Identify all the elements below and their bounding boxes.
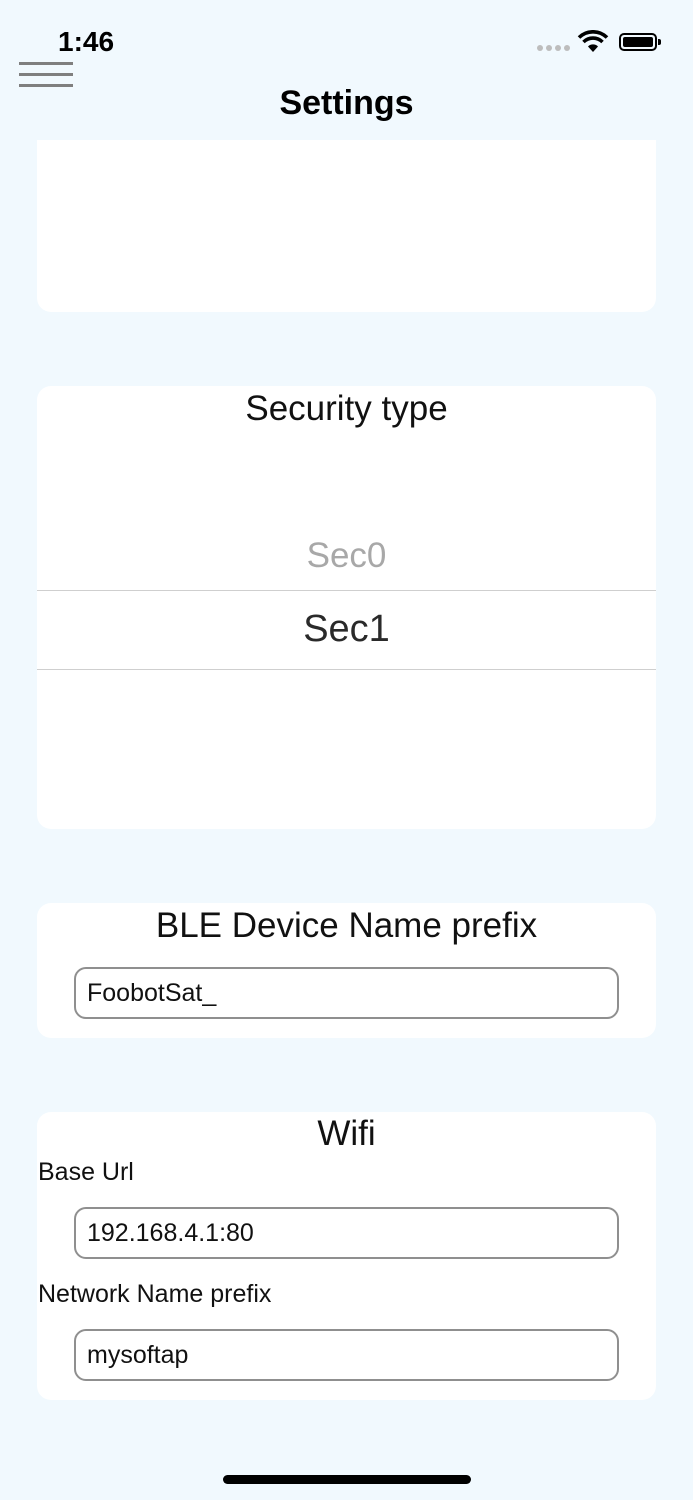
network-name-label: Network Name prefix: [38, 1280, 272, 1308]
picker-option-sec0[interactable]: Sec0: [0, 536, 693, 576]
ble-prefix-input[interactable]: [74, 967, 619, 1019]
status-indicators: [537, 30, 667, 56]
picker-divider-bottom: [37, 669, 656, 670]
base-url-input[interactable]: [74, 1207, 619, 1259]
settings-card-top: [37, 140, 656, 312]
status-time: 1:46: [58, 26, 115, 57]
security-type-title: Security type: [245, 389, 448, 428]
picker-divider-top: [37, 590, 656, 591]
ble-title: BLE Device Name prefix: [155, 906, 538, 945]
signal-dots-icon: [537, 45, 571, 51]
page-title: Settings: [279, 84, 414, 122]
battery-icon: [619, 33, 661, 51]
network-name-input[interactable]: [74, 1329, 619, 1381]
picker-option-sec1[interactable]: Sec1: [0, 608, 693, 651]
wifi-icon: [577, 30, 609, 52]
wifi-title: Wifi: [317, 1114, 376, 1153]
home-indicator[interactable]: [223, 1475, 471, 1484]
base-url-label: Base Url: [38, 1158, 134, 1186]
